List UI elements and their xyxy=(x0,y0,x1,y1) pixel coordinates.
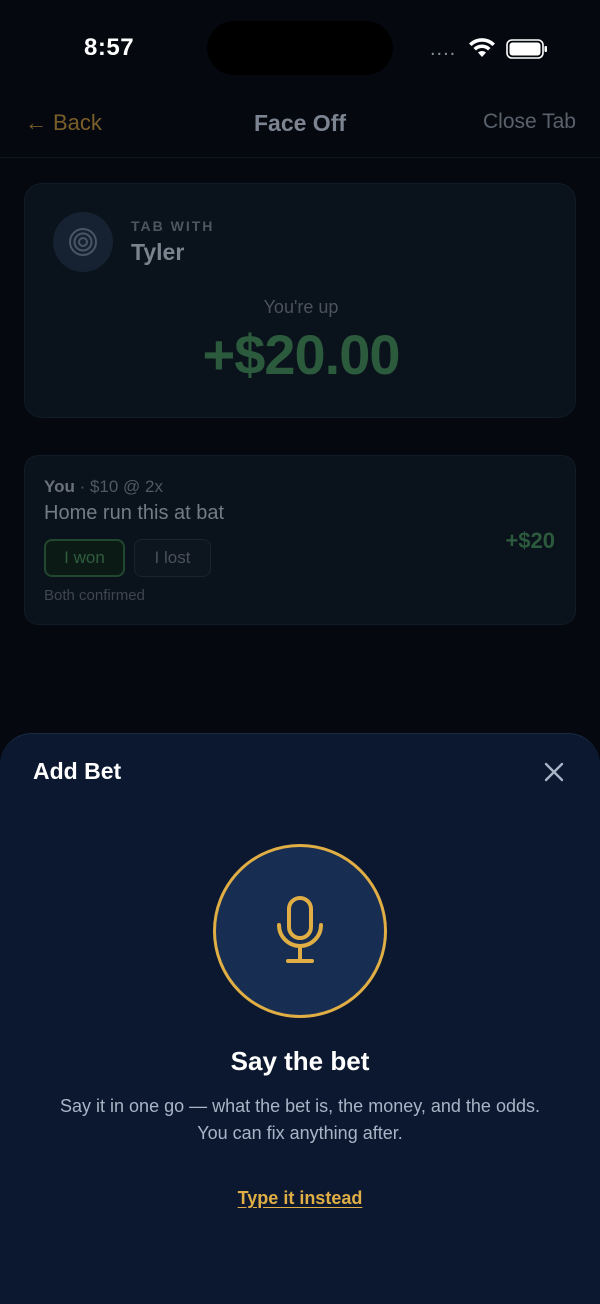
tab-summary-card: TAB WITH Tyler You're up +$20.00 xyxy=(24,183,576,418)
sheet-title: Add Bet xyxy=(33,758,122,784)
tab-with-label: TAB WITH xyxy=(131,218,215,234)
standing-label: You're up xyxy=(263,297,339,317)
bet-owner: You xyxy=(44,477,75,496)
bet-title: Home run this at bat xyxy=(44,502,225,524)
bet-terms: $10 @ 2x xyxy=(89,477,163,496)
bet-meta: You · $10 @ 2x xyxy=(44,477,163,497)
nav-bar: ← Back Face Off Close Tab xyxy=(0,96,600,158)
microphone-icon xyxy=(277,896,323,963)
type-it-instead-link[interactable]: Type it instead xyxy=(0,1188,600,1209)
status-bar: 8:57 .... xyxy=(0,0,600,96)
add-bet-sheet: Add Bet Say the bet Say it in one go — w… xyxy=(0,733,600,1304)
bet-amount: +$20 xyxy=(505,528,555,553)
bet-status: Both confirmed xyxy=(44,587,145,604)
prompt-text: Say it in one go — what the bet is, the … xyxy=(60,1096,540,1143)
close-tab-button[interactable]: Close Tab xyxy=(483,110,576,134)
i-lost-button[interactable]: I lost xyxy=(134,539,211,577)
i-won-button[interactable]: I won xyxy=(44,539,125,577)
battery-icon xyxy=(506,39,547,59)
bet-separator: · xyxy=(74,477,90,496)
dynamic-island xyxy=(207,21,393,75)
cellular-signal-icon: .... xyxy=(430,38,457,60)
opponent-name: Tyler xyxy=(131,239,185,265)
prompt-title: Say the bet xyxy=(230,1046,370,1076)
close-icon[interactable] xyxy=(542,760,566,784)
microphone-button[interactable] xyxy=(213,844,387,1018)
screen: 8:57 .... ← Back Face Off Close Tab TAB … xyxy=(0,0,600,1304)
wifi-icon xyxy=(469,38,495,57)
status-time: 8:57 xyxy=(84,34,135,61)
bet-card[interactable]: You · $10 @ 2x Home run this at bat I wo… xyxy=(24,455,576,625)
standing-amount: +$20.00 xyxy=(202,323,401,386)
target-icon xyxy=(53,212,113,272)
